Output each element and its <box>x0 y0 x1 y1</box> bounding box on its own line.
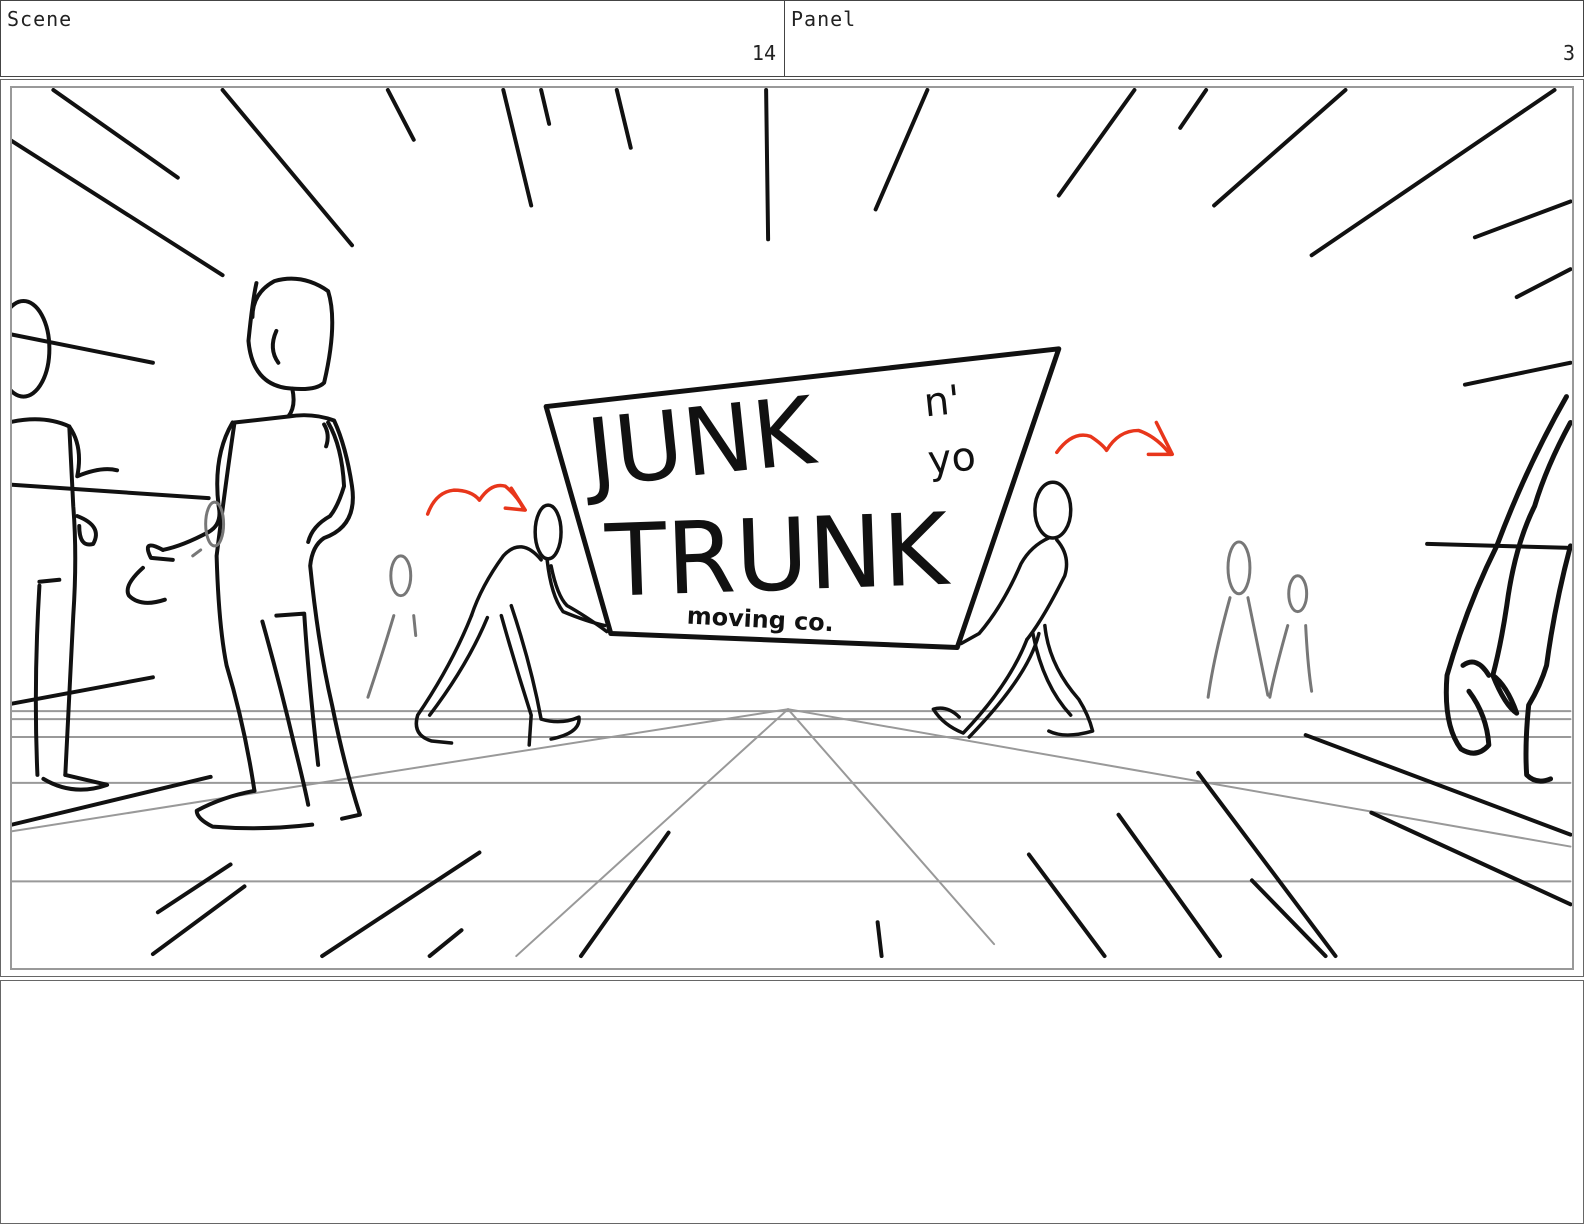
sign-word-junk: JUNK <box>577 377 822 510</box>
panel-number: 3 <box>1562 41 1575 65</box>
panel-cell: Panel 3 <box>784 0 1584 77</box>
scene-cell: Scene 14 <box>0 0 785 77</box>
left-mover <box>414 503 609 747</box>
sign-word-yo: yo <box>926 433 978 484</box>
sign-word-trunk: TRUNK <box>603 493 953 620</box>
left-edge-figure <box>12 299 120 792</box>
panel-label: Panel <box>791 7 857 31</box>
foreground-figure <box>125 276 362 831</box>
sketch-canvas: JUNK n' yo TRUNK moving co. <box>12 88 1572 959</box>
right-edge-figure <box>1443 394 1572 784</box>
storyboard-drawing: JUNK n' yo TRUNK moving co. <box>10 86 1574 970</box>
scene-number: 14 <box>751 41 776 65</box>
scene-label: Scene <box>7 7 73 31</box>
sign-word-n: n' <box>922 377 963 427</box>
panel-notes-area <box>0 980 1584 1224</box>
right-mover <box>931 480 1095 739</box>
